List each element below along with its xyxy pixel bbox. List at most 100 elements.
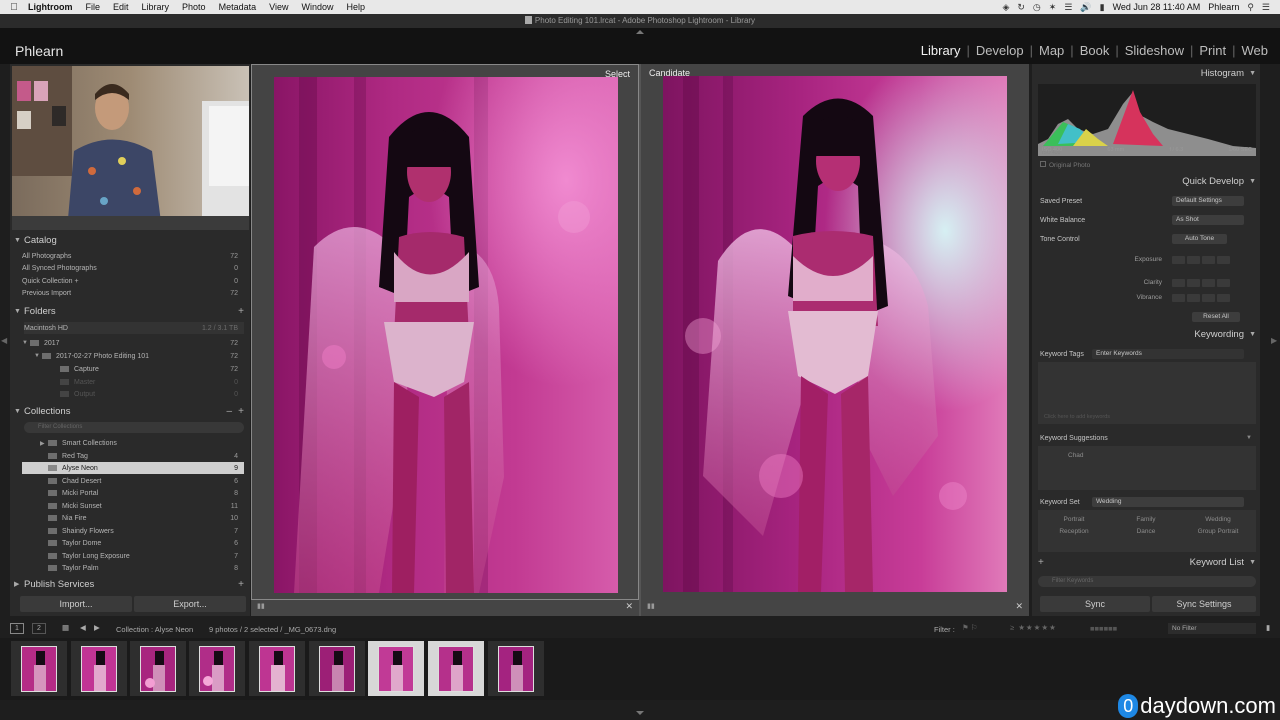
- rating-filter-icon[interactable]: ≥ ★★★★★: [1010, 623, 1057, 632]
- vibrance-buttons[interactable]: [1172, 294, 1230, 302]
- forward-arrow-icon[interactable]: ▶: [94, 623, 100, 632]
- right-panel-toggle-icon[interactable]: ▶: [1271, 336, 1277, 345]
- keyword-set-item[interactable]: Portrait: [1038, 516, 1110, 523]
- remove-collection-icon[interactable]: –: [226, 406, 232, 417]
- flag-filter-icon[interactable]: ⚑ ⚐: [962, 623, 978, 632]
- lock-icon[interactable]: ▮▮: [647, 602, 655, 610]
- menu-edit[interactable]: Edit: [113, 2, 129, 12]
- collection-item[interactable]: Micki Portal 8: [22, 487, 244, 499]
- module-map[interactable]: Map: [1035, 43, 1068, 58]
- keyword-set-item[interactable]: Reception: [1038, 528, 1110, 535]
- photo-count-info[interactable]: 9 photos / 2 selected / _MG_0673.dng: [209, 625, 336, 634]
- keyword-tags-dropdown[interactable]: Enter Keywords: [1092, 349, 1244, 359]
- keyword-filter-input[interactable]: Filter Keywords: [1038, 576, 1256, 587]
- grid-view-icon[interactable]: ▦: [62, 623, 69, 632]
- saved-preset-dropdown[interactable]: Default Settings: [1172, 196, 1244, 206]
- catalog-item[interactable]: All Synced Photographs 0: [22, 262, 244, 274]
- folder-item[interactable]: ▼ 2017-02-27 Photo Editing 101 72: [22, 350, 244, 362]
- collections-filter-input[interactable]: Filter Collections: [24, 422, 244, 433]
- collection-item[interactable]: Red Tag 4: [22, 450, 244, 462]
- sync-settings-button[interactable]: Sync Settings: [1152, 596, 1256, 612]
- select-frame[interactable]: Select: [251, 64, 639, 600]
- collection-item[interactable]: Taylor Palm 8: [22, 562, 244, 574]
- import-button[interactable]: Import...: [20, 596, 132, 612]
- filter-preset-dropdown[interactable]: No Filter: [1168, 623, 1256, 634]
- menu-photo[interactable]: Photo: [182, 2, 206, 12]
- back-arrow-icon[interactable]: ◀: [80, 623, 86, 632]
- menu-metadata[interactable]: Metadata: [219, 2, 257, 12]
- collection-item[interactable]: Micki Sunset 11: [22, 500, 244, 512]
- exposure-buttons[interactable]: [1172, 256, 1230, 264]
- module-library[interactable]: Library: [917, 43, 965, 58]
- keyword-set-item[interactable]: Wedding: [1182, 516, 1254, 523]
- module-book[interactable]: Book: [1076, 43, 1114, 58]
- catalog-header[interactable]: ▼ Catalog: [10, 231, 250, 249]
- filmstrip-cell[interactable]: [11, 641, 67, 696]
- keyword-set-item[interactable]: Group Portrait: [1182, 528, 1254, 535]
- main-window-button[interactable]: 1: [10, 623, 24, 634]
- add-folder-icon[interactable]: +: [238, 306, 244, 317]
- clarity-buttons[interactable]: [1172, 279, 1230, 287]
- catalog-item[interactable]: Quick Collection +0: [22, 275, 244, 287]
- filmstrip-cell[interactable]: [71, 641, 127, 696]
- keywording-header[interactable]: Keywording ▼: [1032, 327, 1260, 343]
- sync-icon[interactable]: ↻: [1017, 2, 1025, 13]
- wifi-icon[interactable]: ☰: [1064, 2, 1072, 13]
- battery-icon[interactable]: ▮: [1100, 2, 1105, 13]
- folder-item[interactable]: Output 0: [22, 388, 244, 400]
- menu-help[interactable]: Help: [346, 2, 365, 12]
- keyword-entry-box[interactable]: Click here to add keywords: [1038, 362, 1256, 424]
- add-keyword-icon[interactable]: +: [1038, 555, 1044, 571]
- menu-window[interactable]: Window: [301, 2, 333, 12]
- filmstrip-cell[interactable]: [130, 641, 186, 696]
- collection-item[interactable]: Taylor Long Exposure 7: [22, 550, 244, 562]
- sync-button[interactable]: Sync: [1040, 596, 1150, 612]
- menu-library[interactable]: Library: [142, 2, 170, 12]
- filmstrip-cell[interactable]: [249, 641, 305, 696]
- close-candidate-icon[interactable]: ✕: [1015, 601, 1023, 612]
- collection-item-selected[interactable]: Alyse Neon 9: [22, 462, 244, 474]
- keyword-suggestion[interactable]: Chad: [1068, 452, 1084, 459]
- volume-icon[interactable]: 🔊: [1080, 2, 1091, 13]
- publish-services-header[interactable]: ▶ Publish Services +: [10, 575, 250, 593]
- filmstrip-cell[interactable]: [488, 641, 544, 696]
- collection-item[interactable]: Chad Desert 6: [22, 475, 244, 487]
- second-window-button[interactable]: 2: [32, 623, 46, 634]
- menu-view[interactable]: View: [269, 2, 288, 12]
- keyword-set-dropdown[interactable]: Wedding: [1092, 497, 1244, 507]
- lock-icon[interactable]: ▮▮: [257, 602, 265, 610]
- auto-tone-button[interactable]: Auto Tone: [1172, 234, 1227, 244]
- top-panel-toggle-icon[interactable]: [636, 30, 644, 34]
- collections-header[interactable]: ▼ Collections – +: [10, 402, 250, 420]
- module-print[interactable]: Print: [1195, 43, 1230, 58]
- timemachine-icon[interactable]: ◷: [1033, 2, 1041, 13]
- volume-row[interactable]: Macintosh HD 1.2 / 3.1 TB: [24, 322, 244, 334]
- filter-lock-icon[interactable]: ▮: [1266, 623, 1270, 632]
- filmstrip-cell[interactable]: [189, 641, 245, 696]
- close-select-icon[interactable]: ✕: [625, 601, 633, 612]
- folder-item[interactable]: Master 0: [22, 376, 244, 388]
- collection-item[interactable]: ▶ Smart Collections: [22, 437, 244, 449]
- spotlight-icon[interactable]: ⚲: [1247, 2, 1254, 13]
- reset-all-button[interactable]: Reset All: [1192, 312, 1240, 322]
- folders-header[interactable]: ▼ Folders +: [10, 302, 250, 320]
- bluetooth-icon[interactable]: ✶: [1049, 2, 1057, 13]
- select-photo[interactable]: [274, 77, 618, 593]
- notification-icon[interactable]: ☰: [1262, 2, 1270, 13]
- candidate-frame[interactable]: Candidate: [641, 64, 1029, 600]
- left-panel-toggle-icon[interactable]: ◀: [1, 336, 7, 345]
- catalog-item[interactable]: Previous Import 72: [22, 287, 244, 299]
- menubar-user[interactable]: Phlearn: [1208, 2, 1239, 12]
- catalog-item[interactable]: All Photographs 72: [22, 250, 244, 262]
- collection-item[interactable]: Taylor Dome 6: [22, 537, 244, 549]
- apple-icon[interactable]: : [0, 2, 28, 13]
- quick-develop-header[interactable]: Quick Develop ▼: [1032, 174, 1260, 190]
- collection-item[interactable]: Nia Fire 10: [22, 512, 244, 524]
- keyword-list-header[interactable]: + Keyword List ▼: [1032, 555, 1260, 571]
- navigator-preview[interactable]: [12, 66, 249, 230]
- menu-app[interactable]: Lightroom: [28, 2, 73, 12]
- module-develop[interactable]: Develop: [972, 43, 1028, 58]
- bottom-panel-toggle-icon[interactable]: [636, 711, 644, 715]
- filmstrip-cell-selected[interactable]: [368, 641, 424, 696]
- menu-file[interactable]: File: [86, 2, 101, 12]
